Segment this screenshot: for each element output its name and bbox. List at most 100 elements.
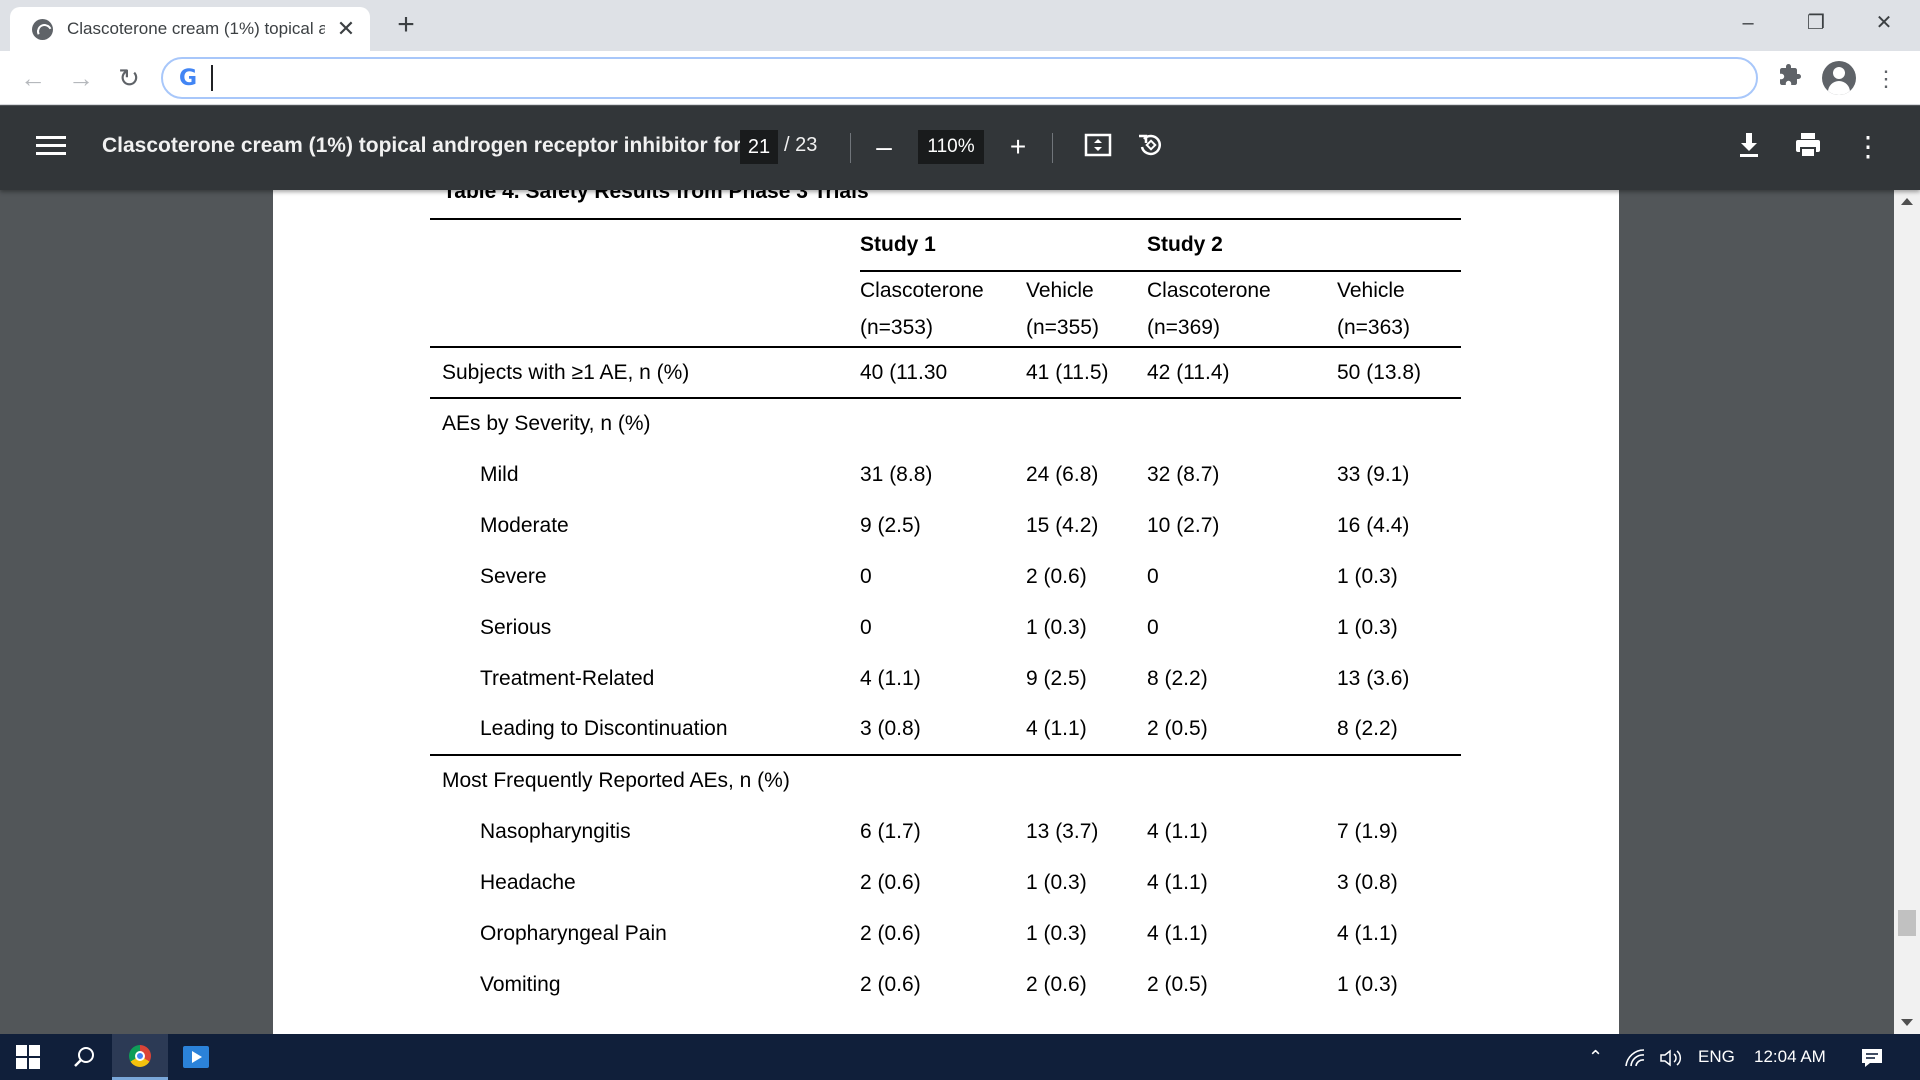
browser-tab[interactable]: Clascoterone cream (1%) topical androgen… bbox=[10, 7, 370, 51]
scroll-down-arrow-icon[interactable] bbox=[1901, 1019, 1913, 1026]
vertical-scrollbar[interactable] bbox=[1894, 190, 1920, 1034]
table-cell: 6 (1.7) bbox=[860, 819, 921, 843]
extensions-puzzle-icon[interactable] bbox=[1774, 63, 1806, 95]
chrome-menu-icon[interactable]: ⋮ bbox=[1870, 63, 1902, 95]
table-cell: 2 (0.5) bbox=[1147, 972, 1208, 996]
row-label: Moderate bbox=[480, 513, 569, 537]
column-header: Clascoterone bbox=[860, 270, 1026, 309]
page-total: / 23 bbox=[784, 134, 818, 156]
row-label: Mild bbox=[480, 462, 519, 486]
network-icon[interactable] bbox=[1624, 1034, 1646, 1080]
restore-icon[interactable]: ❐ bbox=[1788, 6, 1844, 40]
back-arrow-icon[interactable]: ← bbox=[16, 61, 50, 95]
row-label: Headache bbox=[480, 870, 576, 894]
study-header-row: Study 1 Study 2 bbox=[430, 218, 1461, 271]
download-icon[interactable] bbox=[1731, 130, 1767, 166]
table-cell: 4 (1.1) bbox=[1026, 704, 1147, 756]
table-row: Serious 0 1 (0.3) 0 1 (0.3) bbox=[430, 602, 1461, 653]
table-cell: 0 bbox=[1147, 615, 1159, 639]
zoom-level-input[interactable]: 110% bbox=[918, 130, 984, 164]
table-cell bbox=[1147, 755, 1337, 806]
table-cell bbox=[1337, 398, 1461, 449]
table-cell: 4 (1.1) bbox=[860, 666, 921, 690]
table-cell: 4 (1.1) bbox=[1147, 819, 1208, 843]
table-cell: 1 (0.3) bbox=[1337, 615, 1398, 639]
table-cell: 2 (0.6) bbox=[1026, 564, 1087, 588]
section-label: AEs by Severity, n (%) bbox=[442, 412, 651, 435]
row-label: Leading to Discontinuation bbox=[430, 704, 860, 756]
tab-title: Clascoterone cream (1%) topical androgen… bbox=[67, 19, 325, 38]
table-cell bbox=[1147, 398, 1337, 449]
table-row: Subjects with ≥1 AE, n (%) 40 (11.30 41 (1… bbox=[430, 347, 1461, 399]
table-row: Headache 2 (0.6) 1 (0.3) 4 (1.1) 3 (0.8) bbox=[430, 857, 1461, 908]
address-bar[interactable]: G bbox=[161, 57, 1758, 99]
media-player-taskbar-icon[interactable] bbox=[168, 1034, 224, 1080]
column-header: Vehicle bbox=[1026, 270, 1147, 309]
zoom-in-icon[interactable]: + bbox=[1000, 130, 1036, 166]
row-label: Nasopharyngitis bbox=[480, 819, 631, 843]
print-icon[interactable] bbox=[1790, 130, 1826, 166]
table-cell: 0 bbox=[860, 564, 872, 588]
show-hidden-icons-icon[interactable]: ⌃ bbox=[1588, 1034, 1603, 1080]
table-cell: 7 (1.9) bbox=[1337, 819, 1398, 843]
hamburger-menu-icon[interactable] bbox=[36, 132, 66, 162]
scroll-up-arrow-icon[interactable] bbox=[1901, 198, 1913, 205]
section-label: Most Frequently Reported AEs, n (%) bbox=[442, 769, 790, 792]
table-cell: 15 (4.2) bbox=[1026, 513, 1099, 537]
profile-avatar-icon[interactable] bbox=[1822, 61, 1856, 95]
address-input[interactable] bbox=[215, 67, 1756, 89]
text-cursor bbox=[211, 65, 213, 91]
table-row: Nasopharyngitis 6 (1.7) 13 (3.7) 4 (1.1) 7 (… bbox=[430, 806, 1461, 857]
table-cell: 3 (0.8) bbox=[1337, 870, 1398, 894]
row-label: Treatment-Related bbox=[480, 666, 655, 690]
table-cell: 40 (11.30 bbox=[860, 347, 1026, 399]
table-cell: 1 (0.3) bbox=[1026, 870, 1087, 894]
safety-results-table: Study 1 Study 2 Clascoterone Vehicle Cla… bbox=[430, 218, 1461, 1010]
table-cell: 24 (6.8) bbox=[1026, 462, 1099, 486]
column-n: (n=363) bbox=[1337, 309, 1461, 348]
toolbar-divider bbox=[1052, 133, 1053, 163]
table-cell bbox=[1026, 755, 1147, 806]
new-tab-button[interactable]: + bbox=[390, 10, 422, 42]
rotate-icon[interactable] bbox=[1133, 130, 1169, 166]
toolbar-divider bbox=[850, 133, 851, 163]
windows-start-icon[interactable] bbox=[0, 1034, 56, 1080]
clock[interactable]: 12:04 AM bbox=[1754, 1034, 1826, 1080]
language-indicator[interactable]: ENG bbox=[1698, 1034, 1735, 1080]
table-cell: 1 (0.3) bbox=[1337, 564, 1398, 588]
table-cell: 9 (2.5) bbox=[860, 513, 921, 537]
pdf-toolbar: Clascoterone cream (1%) topical androgen… bbox=[0, 106, 1920, 190]
table-row: Most Frequently Reported AEs, n (%) bbox=[430, 755, 1461, 806]
table-cell: 2 (0.6) bbox=[1026, 972, 1087, 996]
volume-icon[interactable] bbox=[1658, 1034, 1684, 1080]
window-close-icon[interactable]: ✕ bbox=[1856, 6, 1912, 40]
page-number-input[interactable]: 21 bbox=[740, 130, 778, 164]
table-cell: 1 (0.3) bbox=[1337, 972, 1398, 996]
table-cell: 10 (2.7) bbox=[1147, 513, 1220, 537]
column-n: (n=369) bbox=[1147, 309, 1337, 348]
scroll-thumb[interactable] bbox=[1898, 910, 1916, 936]
table-cell bbox=[1026, 398, 1147, 449]
search-icon[interactable] bbox=[56, 1034, 112, 1080]
chrome-taskbar-icon[interactable] bbox=[112, 1034, 168, 1080]
table-cell: 2 (0.6) bbox=[860, 870, 921, 894]
table-title: Table 4. Safety Results from Phase 3 Tri… bbox=[443, 190, 869, 203]
forward-arrow-icon[interactable]: → bbox=[64, 61, 98, 95]
table-cell: 4 (1.1) bbox=[1147, 921, 1208, 945]
row-label: Vomiting bbox=[480, 972, 561, 996]
notifications-icon[interactable] bbox=[1860, 1034, 1884, 1080]
pdf-viewer: Table 4. Safety Results from Phase 3 Tri… bbox=[0, 190, 1920, 1034]
column-n: (n=353) bbox=[860, 309, 1026, 348]
table-cell: 3 (0.8) bbox=[860, 704, 1026, 756]
more-options-icon[interactable]: ⋮ bbox=[1850, 130, 1886, 166]
close-tab-icon[interactable]: ✕ bbox=[334, 16, 358, 42]
row-label: Serious bbox=[480, 615, 552, 639]
table-cell: 42 (11.4) bbox=[1147, 347, 1337, 399]
table-cell: 8 (2.2) bbox=[1337, 704, 1461, 756]
table-cell: 4 (1.1) bbox=[1147, 870, 1208, 894]
reload-icon[interactable]: ↻ bbox=[112, 61, 146, 95]
minimize-icon[interactable]: – bbox=[1720, 6, 1776, 40]
zoom-out-icon[interactable]: – bbox=[866, 130, 902, 166]
table-cell: 8 (2.2) bbox=[1147, 666, 1208, 690]
fit-to-page-icon[interactable] bbox=[1080, 130, 1116, 166]
